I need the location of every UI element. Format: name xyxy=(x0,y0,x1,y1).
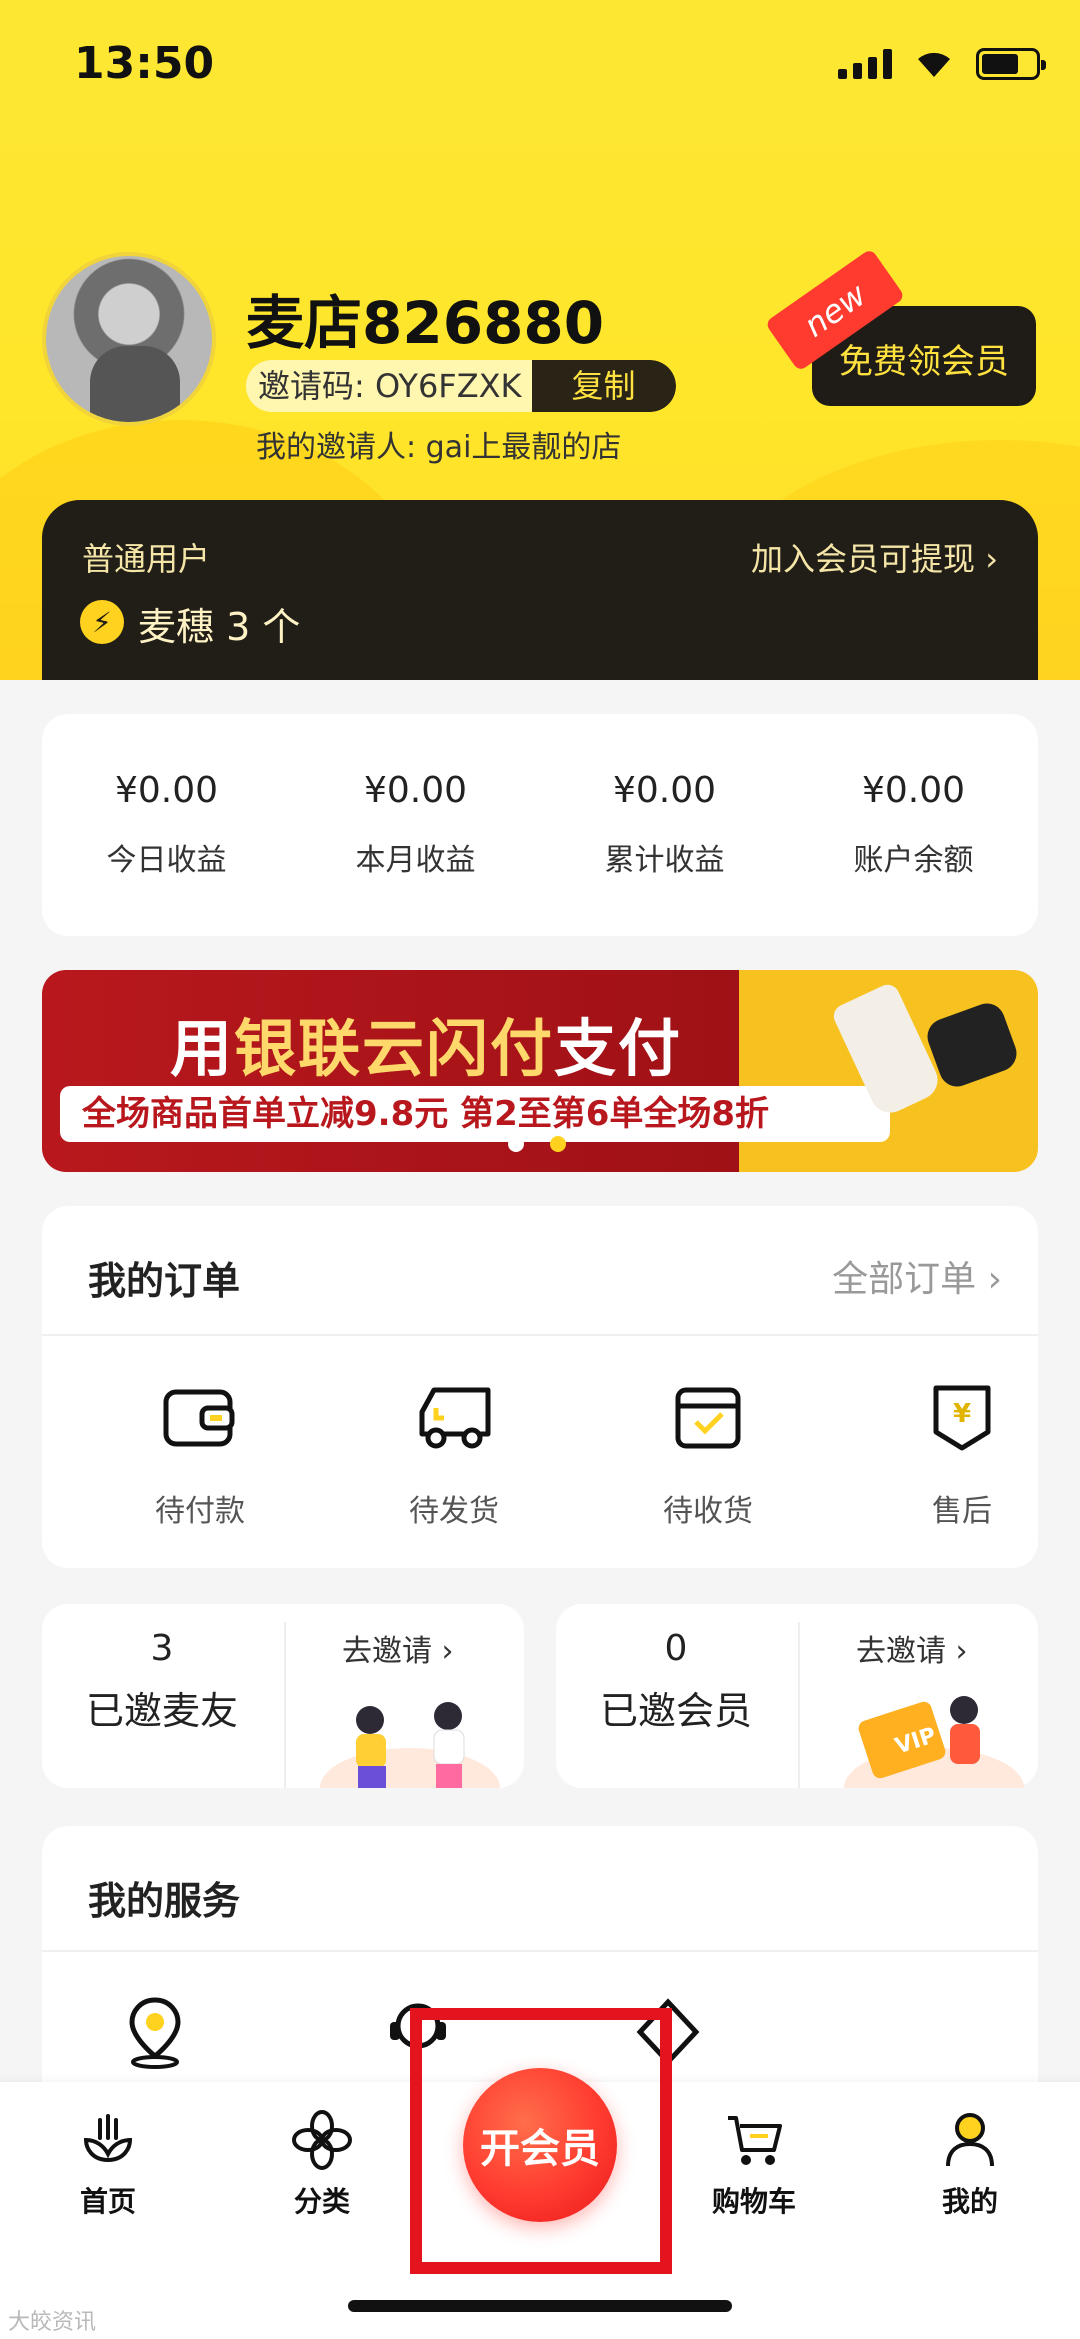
order-label: 待发货 xyxy=(409,1494,499,1529)
earning-month[interactable]: ¥0.00 本月收益 xyxy=(291,714,540,936)
inviter-text: 我的邀请人: gai上最靓的店 xyxy=(256,430,622,465)
tab-label: 分类 xyxy=(293,2185,350,2218)
avatar[interactable] xyxy=(42,252,216,426)
earnings-card: ¥0.00 今日收益 ¥0.00 本月收益 ¥0.00 累计收益 ¥0.00 账… xyxy=(42,714,1038,936)
watermark: 大皎资讯 xyxy=(8,2310,97,2335)
orders-card: 我的订单 全部订单 › 待付款 待发货 待收货 ¥ 售后 xyxy=(42,1206,1038,1568)
divider xyxy=(798,1622,800,1788)
divider xyxy=(42,1950,1038,1952)
friends-illustration xyxy=(320,1702,500,1788)
earning-value: ¥0.00 xyxy=(861,770,966,811)
invite-code-row: 邀请码: OY6FZXK 复制 xyxy=(246,360,676,412)
wifi-icon xyxy=(918,52,950,77)
banner-headline: 用银联云闪付支付 xyxy=(170,998,682,1088)
tab-category[interactable]: 分类 xyxy=(252,2110,392,2220)
order-after-sales[interactable]: ¥ 售后 xyxy=(882,1382,1042,1530)
invite-action-label: 去邀请 xyxy=(342,1634,432,1669)
earning-value: ¥0.00 xyxy=(363,770,468,811)
svg-text:¥: ¥ xyxy=(953,1399,971,1429)
tab-cart[interactable]: 购物车 xyxy=(684,2110,824,2220)
user-level: 普通用户 xyxy=(82,540,211,578)
earning-value: ¥0.00 xyxy=(612,770,717,811)
all-orders-label: 全部订单 xyxy=(832,1259,977,1300)
earning-label: 本月收益 xyxy=(355,843,476,878)
tab-label: 首页 xyxy=(79,2185,136,2218)
promo-banner[interactable]: 用银联云闪付支付 全场商品首单立减9.8元 第2至第6单全场8折 xyxy=(42,970,1038,1172)
yuan-shield-icon: ¥ xyxy=(933,1385,991,1451)
invite-friends-link[interactable]: 去邀请 › xyxy=(342,1626,454,1670)
chevron-right-icon: › xyxy=(955,1634,968,1669)
signal-icon xyxy=(838,49,892,79)
divider xyxy=(284,1622,286,1788)
invite-action-label: 去邀请 xyxy=(856,1634,946,1669)
carousel-dot[interactable] xyxy=(508,1136,524,1152)
truck-icon xyxy=(419,1387,491,1449)
invited-friends-card[interactable]: 3 已邀麦友 去邀请 › xyxy=(42,1604,524,1788)
join-member-link[interactable]: 加入会员可提现 › xyxy=(751,534,998,580)
points-count: 麦穗 3 个 xyxy=(138,605,301,649)
invite-code: 邀请码: OY6FZXK xyxy=(246,360,532,412)
location-pin-icon[interactable] xyxy=(122,1994,188,2070)
tab-label: 我的 xyxy=(941,2185,998,2218)
lightning-icon: ⚡ xyxy=(80,600,124,644)
status-time: 13:50 xyxy=(74,38,215,89)
earning-label: 账户余额 xyxy=(853,843,974,878)
battery-icon xyxy=(976,48,1046,80)
status-bar: 13:50 xyxy=(0,0,1080,130)
wallet-icon xyxy=(163,1389,235,1447)
invited-members-label: 已邀会员 xyxy=(599,1689,752,1733)
tab-home[interactable]: 首页 xyxy=(38,2110,178,2220)
earning-today[interactable]: ¥0.00 今日收益 xyxy=(42,714,291,936)
divider xyxy=(42,1334,1038,1336)
orders-title: 我的订单 xyxy=(88,1259,241,1303)
banner-headline-part: 用 xyxy=(170,1012,235,1085)
highlight-box xyxy=(410,2008,672,2274)
invite-members-link[interactable]: 去邀请 › xyxy=(856,1626,968,1670)
banner-subline: 全场商品首单立减9.8元 第2至第6单全场8折 xyxy=(60,1086,890,1142)
home-sprout-icon xyxy=(83,2114,133,2163)
order-pending-receipt[interactable]: 待收货 xyxy=(628,1382,788,1530)
all-orders-link[interactable]: 全部订单 › xyxy=(832,1250,1002,1302)
join-member-label: 加入会员可提现 xyxy=(751,540,976,578)
cart-icon xyxy=(728,2116,782,2165)
tab-label: 购物车 xyxy=(711,2185,796,2218)
carousel-dot-active[interactable] xyxy=(550,1136,566,1152)
user-icon xyxy=(946,2113,994,2167)
chevron-right-icon: › xyxy=(987,1259,1002,1300)
invited-friends-count: 3 xyxy=(150,1628,174,1669)
order-label: 待收货 xyxy=(663,1494,753,1529)
earning-total[interactable]: ¥0.00 累计收益 xyxy=(540,714,789,936)
tab-mine[interactable]: 我的 xyxy=(900,2110,1040,2220)
earning-value: ¥0.00 xyxy=(114,770,219,811)
package-check-icon xyxy=(675,1387,741,1449)
invited-members-card[interactable]: 0 已邀会员 去邀请 › VIP xyxy=(556,1604,1038,1788)
invited-members-count: 0 xyxy=(664,1628,688,1669)
account-balance[interactable]: ¥0.00 账户余额 xyxy=(789,714,1038,936)
earning-label: 累计收益 xyxy=(604,843,725,878)
home-indicator[interactable] xyxy=(348,2300,732,2312)
order-label: 售后 xyxy=(932,1494,992,1529)
banner-headline-brand: 银联云闪付 xyxy=(234,1012,555,1085)
copy-button[interactable]: 复制 xyxy=(531,360,676,412)
username: 麦店826880 xyxy=(246,289,605,357)
earning-label: 今日收益 xyxy=(106,843,227,878)
banner-headline-part: 支付 xyxy=(554,1012,683,1085)
vip-illustration: VIP xyxy=(844,1696,1024,1788)
invited-friends-label: 已邀麦友 xyxy=(85,1689,238,1733)
order-label: 待付款 xyxy=(155,1494,245,1529)
order-pending-shipment[interactable]: 待发货 xyxy=(374,1382,534,1530)
services-title: 我的服务 xyxy=(88,1879,241,1923)
chevron-right-icon: › xyxy=(985,540,998,578)
category-flower-icon xyxy=(292,2110,352,2170)
order-pending-payment[interactable]: 待付款 xyxy=(120,1382,280,1530)
chevron-right-icon: › xyxy=(441,1634,454,1669)
carousel-dots xyxy=(508,1136,566,1152)
member-card: 普通用户 加入会员可提现 › ⚡ 麦穗 3 个 xyxy=(42,500,1038,680)
status-icons xyxy=(838,48,1046,80)
